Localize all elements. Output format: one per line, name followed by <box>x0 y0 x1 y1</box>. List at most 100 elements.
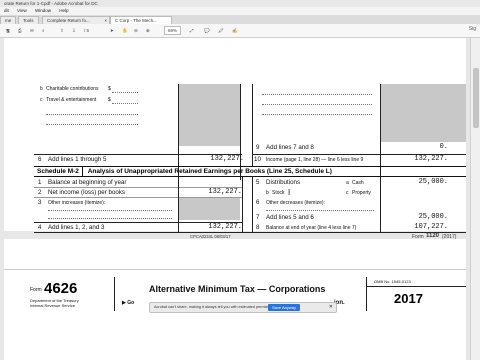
m2-line3-label: Other increases (itemize): <box>48 200 106 206</box>
menu-window[interactable]: Window <box>35 8 51 13</box>
form-4626-divider-right <box>366 277 367 311</box>
m2-right-col-divider <box>380 176 381 232</box>
m2-line5a-label: Cash <box>352 180 364 186</box>
m2-left-col-divider-b <box>242 176 243 232</box>
close-icon[interactable]: ✕ <box>329 303 333 312</box>
form-4626-dept-2: Internal Revenue Service <box>30 303 75 308</box>
m1-blank-dots-1 <box>46 114 138 115</box>
m1-line-b-dollar: $ <box>108 86 111 92</box>
m2-line8-label: Balance at end of year (line 4 less line… <box>266 225 357 231</box>
m2-line5-num: 5 <box>256 179 260 186</box>
m2-line2-num: 2 <box>38 189 42 196</box>
menu-view[interactable]: View <box>17 8 27 13</box>
m1-right-dots-2 <box>262 104 372 105</box>
form-4626-top-edge <box>4 269 466 270</box>
form-4626-divider-left <box>114 277 115 311</box>
next-page-icon[interactable]: ⇩ <box>72 26 76 35</box>
sign-icon[interactable]: ✍ <box>232 26 238 35</box>
save-icon[interactable]: 🖫 <box>6 26 10 35</box>
save-warning-text: Acrobat can't share, making it always te… <box>154 305 278 309</box>
m2-line5b-letter: b <box>266 190 269 196</box>
m2-line5a-letter: a <box>346 180 349 186</box>
m2-line6-dots <box>266 210 374 211</box>
form-4626-page: Form 4626 Department of the Treasury Int… <box>4 239 466 360</box>
text-cursor-icon: I <box>288 188 291 197</box>
title-bar: orate Return for 1-Cpdf - Adobe Acrobat … <box>0 0 480 7</box>
window-title: orate Return for 1-Cpdf - Adobe Acrobat … <box>4 1 98 6</box>
m1-right-dots-1 <box>262 94 372 95</box>
schedule-m2-title: Analysis of Unappropriated Retained Earn… <box>87 168 332 175</box>
m2-line4-num: 4 <box>38 224 42 231</box>
schedule-m2-header: Schedule M-2 Analysis of Unappropriated … <box>34 166 466 177</box>
form-4626-omb: OMB No. 1545-0123 <box>374 279 411 284</box>
form-4626-number: 4626 <box>44 280 78 297</box>
m1-line9-value[interactable]: 0. <box>384 143 448 151</box>
zoom-in-icon[interactable]: ⊕ <box>146 26 150 35</box>
m1-line10-label: Income (page 1, line 28) — line 6 less l… <box>266 157 364 163</box>
select-tool-icon[interactable]: ➤ <box>110 26 114 35</box>
m1-right-shaded-cell <box>380 84 466 142</box>
m2-line5c-letter: c <box>346 190 349 196</box>
schedule-m2-tag: Schedule M-2 <box>34 167 83 176</box>
search-icon[interactable]: ⌕ <box>42 26 45 35</box>
form-4626-title: Alternative Minimum Tax — Corporations <box>149 284 326 294</box>
m1-line9-label: Add lines 7 and 8 <box>266 144 314 151</box>
save-anyway-button[interactable]: Save Anyway <box>267 304 300 311</box>
m2-line7-value[interactable]: 25,000. <box>384 213 448 221</box>
m2-line1-num: 1 <box>38 179 42 186</box>
m2-line3-num: 3 <box>38 199 42 206</box>
m2-line5a-value[interactable]: 25,000. <box>384 178 448 186</box>
m2-line3-dots-1 <box>48 210 172 211</box>
scrollbar-thumb[interactable] <box>473 68 479 128</box>
form-4626-year: 2017 <box>394 291 423 306</box>
m1-blank-dots-2 <box>46 124 138 125</box>
form-4626-form-label: Form <box>30 287 42 293</box>
m1-line-c-dots <box>112 103 138 104</box>
sign-in-link[interactable]: Sig <box>469 26 476 32</box>
document-area: b Charitable contributions $ c Travel & … <box>0 38 470 360</box>
comment-icon[interactable]: 💬 <box>204 26 210 35</box>
m2-line3-dots-2 <box>48 218 172 219</box>
m2-line8-value[interactable]: 107,227. <box>384 223 448 231</box>
m1-right-dots-3 <box>262 114 372 115</box>
zoom-level-field[interactable]: 69% <box>164 26 182 35</box>
m1-line6-num: 6 <box>38 156 42 163</box>
vertical-scrollbar[interactable] <box>470 38 480 360</box>
form-1120-page: b Charitable contributions $ c Travel & … <box>4 38 466 233</box>
m2-line6-label: Other decreases (itemize): <box>266 200 325 206</box>
m1-line10-num: 10 <box>254 156 261 163</box>
m2-line6-num: 6 <box>256 199 260 206</box>
m2-line7-num: 7 <box>256 214 260 221</box>
m1-line-c-prefix: c <box>40 97 43 103</box>
m1-line6-value[interactable]: 132,227. <box>180 155 244 163</box>
zoom-out-icon[interactable]: ⊖ <box>134 26 138 35</box>
menu-help[interactable]: Help <box>59 8 68 13</box>
m2-line2-label: Net income (loss) per books <box>48 189 126 196</box>
prev-page-icon[interactable]: ⇧ <box>60 26 64 35</box>
m2-line8-num: 8 <box>256 224 260 231</box>
m2-line5-label: Distributions <box>266 179 301 186</box>
m2-line4-label: Add lines 1, 2, and 3 <box>48 224 105 231</box>
tab-bar: me Tools Complete Return fo... × C Corp … <box>0 15 480 25</box>
page-count: / 5 <box>84 28 90 33</box>
m2-line7-label: Add lines 5 and 6 <box>266 214 314 221</box>
m1-line-c-dollar: $ <box>108 97 111 103</box>
m2-bottom-rule <box>34 232 466 233</box>
m1-shaded-cell <box>178 84 240 146</box>
fit-page-icon[interactable]: ⤢ <box>190 26 194 35</box>
tab-complete-return-label: Complete Return fo... <box>47 18 90 23</box>
highlight-icon[interactable]: 🖍 <box>218 26 224 35</box>
m1-line-b-dots <box>112 92 138 93</box>
toolbar: 🖫 ⎙ ✉ ⌕ ⇧ ⇩ / 5 ➤ ✋ ⊖ ⊕ 69% ⤢ 💬 🖍 ✍ Sig <box>0 24 480 38</box>
m1-line6-label: Add lines 1 through 5 <box>48 156 107 163</box>
print-icon[interactable]: ⎙ <box>18 26 22 35</box>
m1-line10-value[interactable]: 132,227. <box>384 155 448 163</box>
m1-line9-num: 9 <box>256 144 260 151</box>
menu-edit[interactable]: dit <box>4 8 9 13</box>
hand-tool-icon[interactable]: ✋ <box>122 26 128 35</box>
m2-line2-value[interactable]: 132,227. <box>178 188 242 196</box>
m2-line4-value[interactable]: 132,227. <box>178 223 242 231</box>
m2-line5b-label: Stock <box>272 190 285 196</box>
menu-bar: dit View Window Help <box>0 7 480 15</box>
email-icon[interactable]: ✉ <box>30 26 34 35</box>
